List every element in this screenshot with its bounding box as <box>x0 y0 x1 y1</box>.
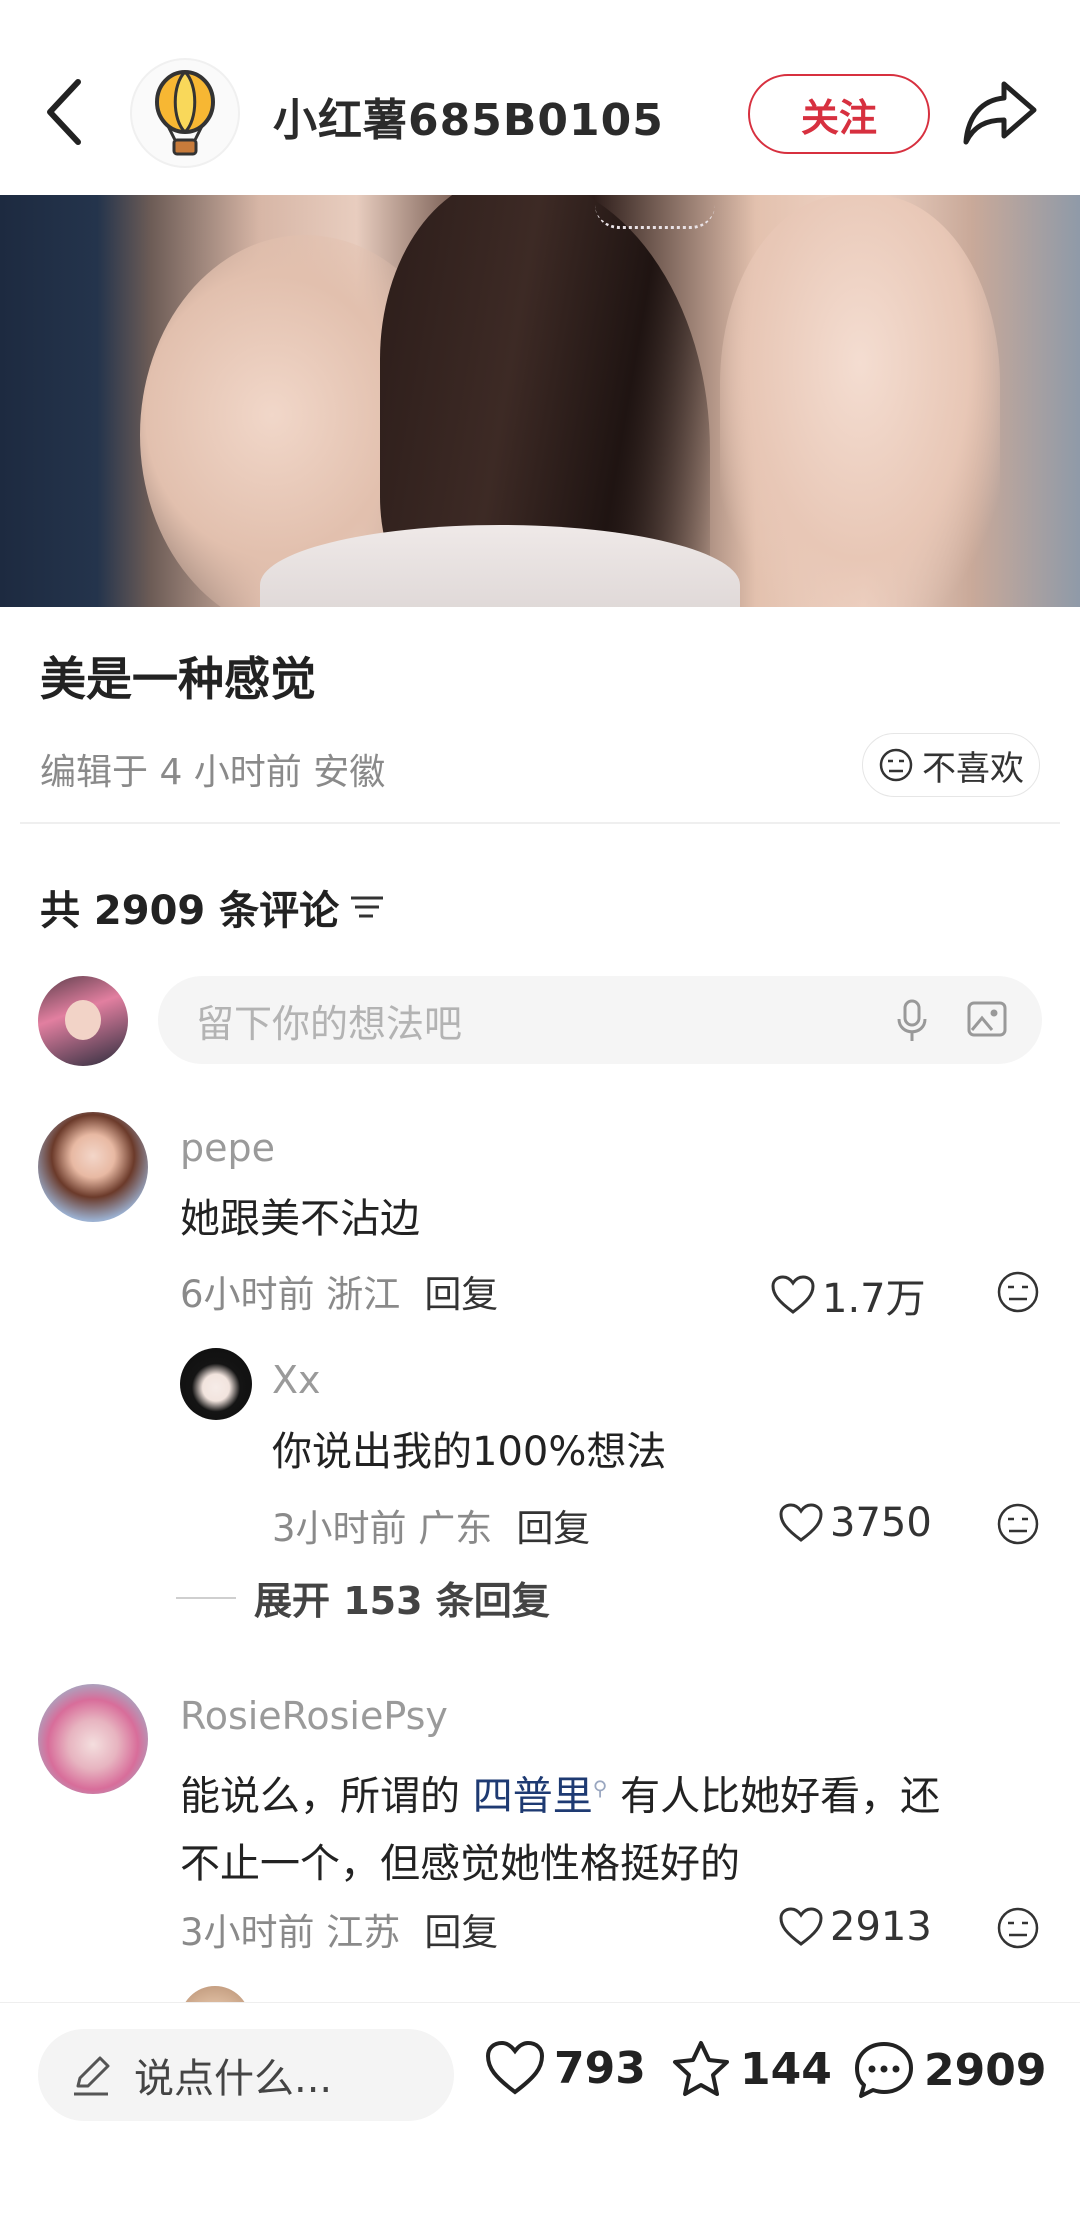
follow-button[interactable]: 关注 <box>748 74 930 154</box>
comment-text-part: 有人比她好看，还 <box>607 1773 941 1820</box>
reply-name[interactable]: Xx <box>272 1358 321 1402</box>
reply-like-count: 3750 <box>830 1500 932 1546</box>
like-count: 793 <box>554 2042 646 2094</box>
commenter-avatar[interactable] <box>38 1684 148 1794</box>
comment-text-part: 不止一个，但感觉她性格挺好的 <box>180 1841 740 1888</box>
dislike-label: 不喜欢 <box>922 748 1024 789</box>
comment-button[interactable]: 2909 <box>852 2039 1046 2101</box>
author-avatar[interactable] <box>130 58 240 168</box>
divider <box>20 822 1060 824</box>
reply-like-button[interactable]: 3750 <box>778 1500 932 1546</box>
reply-button[interactable]: 回复 <box>424 1273 498 1316</box>
pencil-icon <box>74 2056 110 2096</box>
dislike-face-icon[interactable] <box>996 1270 1040 1314</box>
microphone-icon[interactable] <box>894 998 930 1044</box>
comment-input-placeholder: 留下你的想法吧 <box>196 1001 463 1046</box>
star-icon <box>673 2041 729 2096</box>
comment-text[interactable]: 她跟美不沾边 <box>180 1185 420 1253</box>
comment-count: 2909 <box>924 2044 1047 2096</box>
comment-like-count: 1.7万 <box>822 1276 926 1322</box>
reply-meta: 3小时前 广东 回复 <box>272 1498 590 1552</box>
author-name[interactable]: 小红薯685B0105 <box>273 84 664 148</box>
expand-replies-label: 展开 153 条回复 <box>254 1579 550 1623</box>
chat-bubble-icon <box>855 2042 913 2098</box>
comment-meta: 3小时前 江苏 回复 <box>180 1902 498 1956</box>
dislike-face-icon[interactable] <box>996 1906 1040 1950</box>
reply-time-location: 3小时前 广东 <box>272 1507 493 1550</box>
commenter-name[interactable]: RosieRosiePsy <box>180 1694 448 1738</box>
post-image[interactable] <box>0 195 1080 607</box>
my-avatar <box>38 976 128 1066</box>
favorite-button[interactable]: 144 <box>670 2039 832 2099</box>
reply-button[interactable]: 回复 <box>424 1911 498 1954</box>
post-title: 美是一种感觉 <box>40 652 316 706</box>
comment-text-part: 能说么，所谓的 <box>180 1773 473 1820</box>
like-button[interactable]: 793 <box>484 2039 646 2097</box>
heart-icon <box>779 1907 823 1946</box>
dislike-face-icon[interactable] <box>996 1502 1040 1546</box>
comment-count-header[interactable]: 共 2909 条评论 <box>40 878 385 936</box>
commenter-avatar[interactable] <box>38 1112 148 1222</box>
back-icon[interactable] <box>38 72 94 152</box>
heart-icon <box>779 1503 823 1542</box>
expand-divider <box>176 1596 236 1599</box>
top-bar: 小红薯685B0105 关注 <box>0 0 1080 195</box>
comment-meta: 6小时前 浙江 回复 <box>180 1264 498 1318</box>
comment-like-count: 2913 <box>830 1904 932 1950</box>
expand-replies-button[interactable]: 展开 153 条回复 <box>176 1570 550 1625</box>
meh-face-icon <box>879 748 913 782</box>
heart-icon <box>485 2040 545 2095</box>
say-something-input[interactable]: 说点什么... <box>38 2029 454 2121</box>
reply-button[interactable]: 回复 <box>516 1507 590 1550</box>
dislike-button[interactable]: 不喜欢 <box>862 733 1040 797</box>
bottom-action-bar: 说点什么... 793 144 2909 <box>0 2002 1080 2228</box>
image-icon[interactable] <box>966 998 1008 1040</box>
heart-icon <box>771 1275 815 1314</box>
comment-like-button[interactable]: 1.7万 <box>770 1266 926 1324</box>
hot-air-balloon-icon <box>155 70 215 156</box>
comment-text[interactable]: 能说么，所谓的 四普里⚲ 有人比她好看，还 不止一个，但感觉她性格挺好的 <box>180 1754 940 1898</box>
share-icon[interactable] <box>960 76 1040 150</box>
commenter-name[interactable]: pepe <box>180 1126 275 1170</box>
topic-link[interactable]: 四普里 <box>473 1773 593 1819</box>
post-meta: 编辑于 4 小时前 安徽 <box>40 752 386 793</box>
favorite-count: 144 <box>740 2043 832 2095</box>
reply-text[interactable]: 你说出我的100%想法 <box>272 1418 666 1486</box>
reply-avatar[interactable] <box>180 1348 252 1420</box>
say-something-label: 说点什么... <box>134 2056 333 2102</box>
search-icon[interactable]: ⚲ <box>593 1776 608 1800</box>
comment-like-button[interactable]: 2913 <box>778 1904 932 1950</box>
comment-input[interactable]: 留下你的想法吧 <box>158 976 1042 1064</box>
comment-time-location: 3小时前 江苏 <box>180 1911 401 1954</box>
comment-count-label: 共 2909 条评论 <box>40 888 340 934</box>
comment-time-location: 6小时前 浙江 <box>180 1273 401 1316</box>
sort-icon[interactable] <box>349 892 385 922</box>
